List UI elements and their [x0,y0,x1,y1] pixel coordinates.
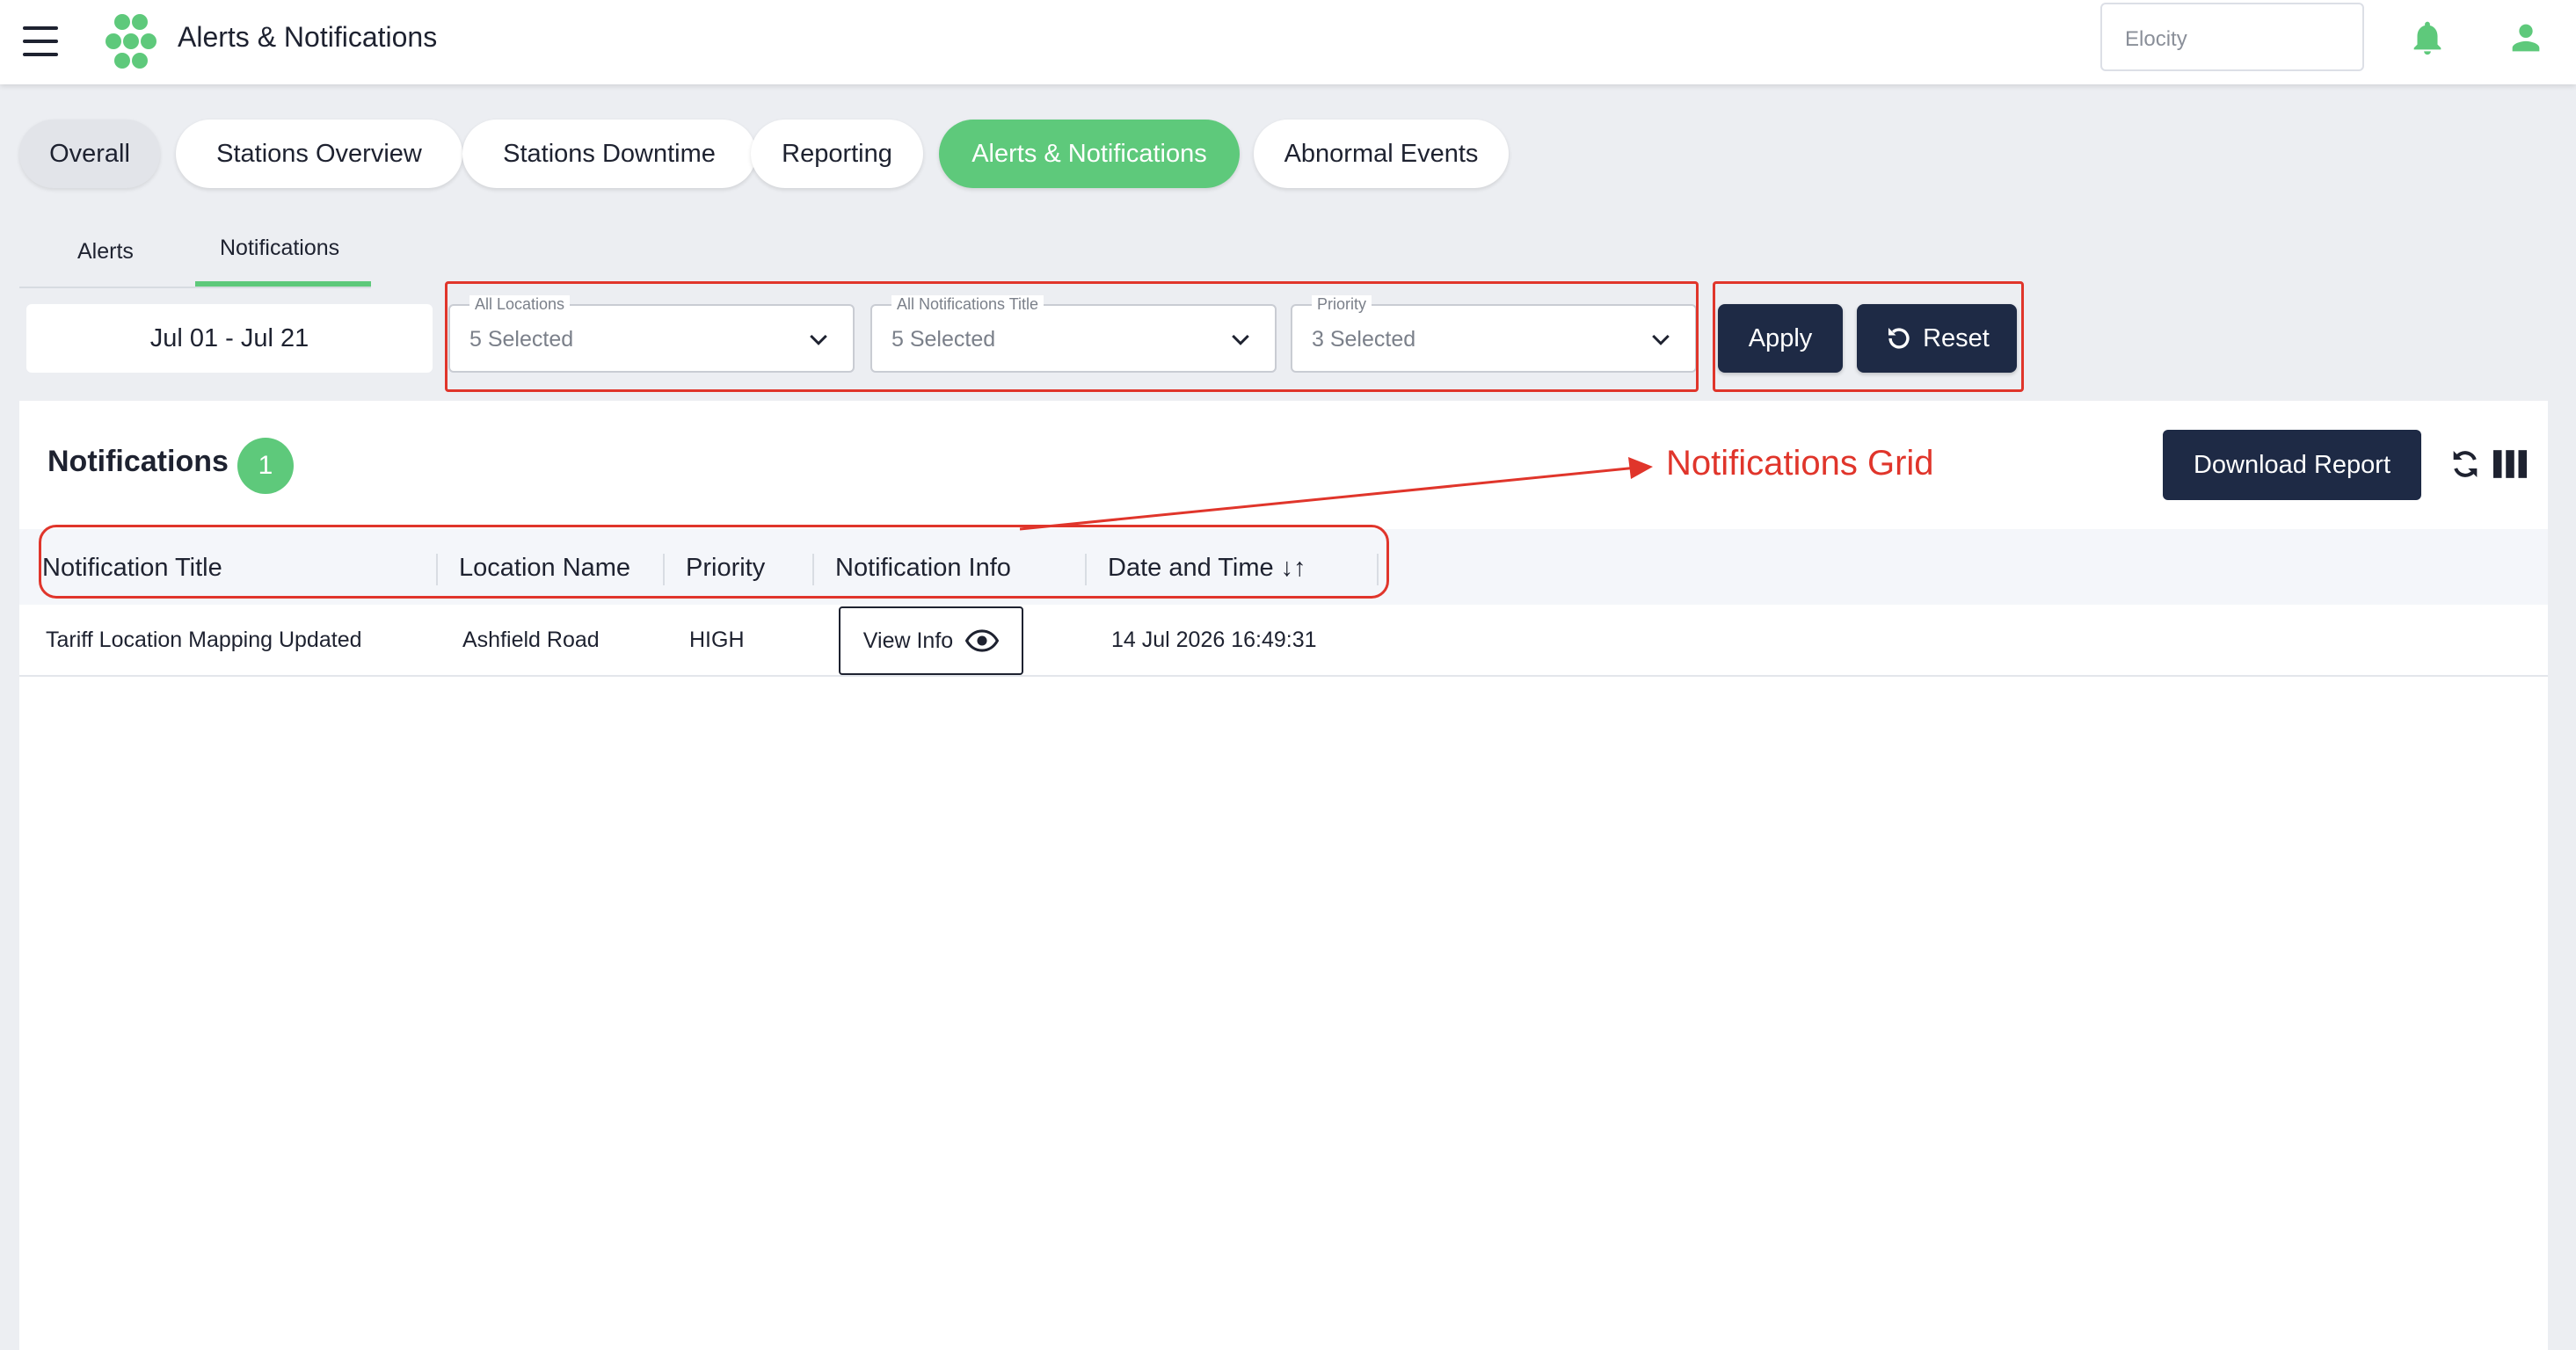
refresh-icon[interactable] [2448,446,2483,482]
cell-title: Tariff Location Mapping Updated [46,628,362,652]
grid-title: Notifications [47,445,229,478]
tab-stations-downtime[interactable]: Stations Downtime [462,120,756,188]
date-range-picker[interactable]: Jul 01 - Jul 21 [26,304,433,373]
tab-alerts-notifications[interactable]: Alerts & Notifications [939,120,1240,188]
subtab-alerts[interactable]: Alerts [77,239,134,265]
eye-icon [965,629,1000,652]
cell-datetime: 14 Jul 2026 16:49:31 [1111,628,1317,652]
page-title: Alerts & Notifications [178,21,438,53]
download-report-button[interactable]: Download Report [2163,430,2421,500]
columns-icon[interactable] [2493,450,2527,478]
count-badge: 1 [237,438,294,494]
actions-highlight-box [1713,281,2024,392]
tab-reporting[interactable]: Reporting [751,120,923,188]
tab-abnormal-events[interactable]: Abnormal Events [1254,120,1509,188]
cell-location: Ashfield Road [462,628,600,652]
tab-overall[interactable]: Overall [19,120,160,188]
tab-stations-overview[interactable]: Stations Overview [176,120,462,188]
grid-header-highlight-box [39,525,1389,599]
view-info-button[interactable]: View Info [839,606,1023,675]
user-icon[interactable] [2506,18,2546,58]
top-app-bar: Alerts & Notifications Elocity [0,0,2576,84]
subtab-divider [19,287,371,288]
menu-icon[interactable] [23,26,58,56]
subtab-active-indicator [195,281,371,287]
organization-select[interactable]: Elocity [2100,3,2364,71]
view-info-label: View Info [862,628,954,653]
table-row[interactable]: Tariff Location Mapping Updated Ashfield… [19,605,2548,677]
bell-icon[interactable] [2407,18,2448,58]
cell-priority: HIGH [689,628,745,652]
annotation-label: Notifications Grid [1666,444,1934,483]
subtab-notifications[interactable]: Notifications [220,236,339,261]
filters-highlight-box [445,281,1699,392]
logo-icon [106,14,156,69]
